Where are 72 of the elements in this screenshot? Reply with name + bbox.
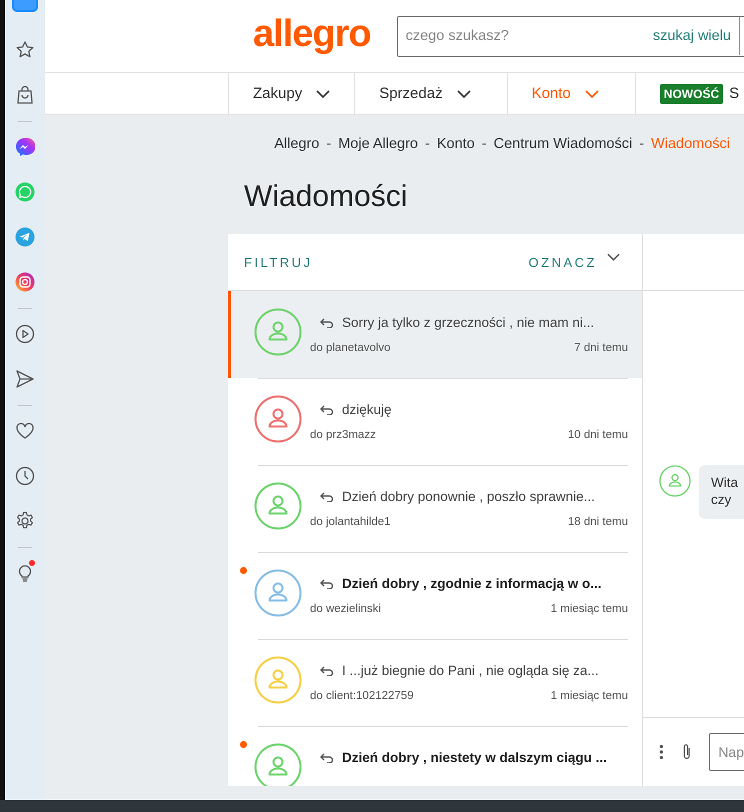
message-text: czy xyxy=(711,492,732,507)
breadcrumb-link[interactable]: Allegro xyxy=(274,136,320,152)
recipient: do jolantahilde1 xyxy=(310,516,391,528)
timestamp: 1 miesiąc temu xyxy=(550,603,628,615)
conversation-item[interactable]: I ...już biegnie do Pani , nie ogląda się za... do client:102122759 1 miesiąc temu xyxy=(228,639,642,726)
message-preview: Dzień dobry , niestety w dalszym ciągu ... xyxy=(342,750,607,765)
filter-button[interactable]: FILTRUJ xyxy=(244,254,313,270)
reply-icon xyxy=(320,492,334,502)
send-icon[interactable] xyxy=(15,369,35,389)
search-many-button[interactable]: szukaj wielu xyxy=(652,28,739,44)
conversation-item[interactable]: Sorry ja tylko z grzeczności , nie mam ni... do planetavolvo 7 dni temu xyxy=(228,291,642,378)
breadcrumb-separator: - xyxy=(425,136,430,152)
breadcrumb-link[interactable]: Centrum Wiadomości xyxy=(494,136,632,152)
breadcrumb-separator: - xyxy=(326,136,332,152)
search-placeholder: czego szukasz? xyxy=(406,28,510,44)
breadcrumb-link[interactable]: Konto xyxy=(436,136,475,152)
telegram-icon[interactable] xyxy=(15,227,35,247)
recipient: do wezielinski xyxy=(310,603,381,615)
reply-icon xyxy=(320,578,334,588)
more-options-icon[interactable] xyxy=(659,742,664,762)
message-text: Wita xyxy=(711,475,739,490)
message-preview: dziękuję xyxy=(342,402,392,417)
mark-dropdown[interactable]: OZNACZ xyxy=(528,254,620,270)
nav-tab[interactable]: Sprzedaż xyxy=(354,73,507,114)
recipient: do prz3mazz xyxy=(310,429,376,441)
chevron-icon xyxy=(316,90,330,98)
breadcrumb-separator: - xyxy=(482,136,487,152)
reply-icon xyxy=(320,752,334,762)
messenger-icon[interactable] xyxy=(15,137,35,157)
conversation-item[interactable]: dziękuję do prz3mazz 10 dni temu xyxy=(228,378,642,465)
chevron-icon xyxy=(607,252,620,260)
user-avatar-icon xyxy=(659,465,691,497)
conversation-item[interactable]: Dzień dobry ponownie , poszło sprawnie... do jolantahilde1 18 dni temu xyxy=(228,465,642,552)
timestamp: 10 dni temu xyxy=(568,429,628,441)
message-preview: I ...już biegnie do Pani , nie ogląda się za... xyxy=(342,663,599,678)
chevron-icon xyxy=(584,90,599,98)
timestamp: 1 miesiąc temu xyxy=(550,690,628,702)
user-avatar-icon xyxy=(254,482,302,530)
page-title: Wiadomości xyxy=(244,180,408,215)
recipient: do client:102122759 xyxy=(310,690,414,702)
play-icon[interactable] xyxy=(15,324,35,344)
user-avatar-icon xyxy=(254,743,302,786)
breadcrumb-separator: - xyxy=(639,136,644,152)
user-avatar-icon xyxy=(254,395,302,443)
breadcrumb-link[interactable]: Moje Allegro xyxy=(338,136,418,152)
heart-icon[interactable] xyxy=(15,421,35,441)
nav-link[interactable]: S xyxy=(729,85,740,102)
conversation-item[interactable]: Dzień dobry , zgodnie z informacją w o... do wezielinski 1 miesiąc temu xyxy=(228,552,642,639)
reply-icon xyxy=(320,404,334,414)
input-placeholder: Nap xyxy=(718,744,744,760)
search-field[interactable]: czego szukasz? szukaj wielu xyxy=(396,16,744,56)
conversation-item[interactable]: Dzień dobry , niestety w dalszym ciągu ... xyxy=(228,726,642,786)
user-avatar-icon xyxy=(254,308,302,356)
chevron-icon xyxy=(456,90,471,98)
timestamp: 18 dni temu xyxy=(568,516,628,528)
star-icon[interactable] xyxy=(15,40,35,60)
nav-tab[interactable]: Zakupy xyxy=(228,73,354,114)
message-input[interactable]: Nap xyxy=(709,733,744,771)
shopping-bag-icon[interactable] xyxy=(15,85,35,105)
new-badge: NOWOŚĆ xyxy=(660,84,724,104)
user-avatar-icon xyxy=(254,656,302,704)
recipient: do planetavolvo xyxy=(310,342,391,354)
timestamp: 7 dni temu xyxy=(574,342,628,354)
reply-icon xyxy=(320,318,334,328)
reply-icon xyxy=(320,666,334,676)
message-preview: Dzień dobry , zgodnie z informacją w o... xyxy=(342,576,602,591)
message-preview: Dzień dobry ponownie , poszło sprawnie... xyxy=(342,489,595,504)
user-avatar-icon xyxy=(254,569,302,617)
message-preview: Sorry ja tylko z grzeczności , nie mam ni... xyxy=(342,315,594,330)
settings-icon[interactable] xyxy=(15,511,35,531)
clock-icon[interactable] xyxy=(15,466,35,486)
instagram-icon[interactable] xyxy=(15,272,35,292)
